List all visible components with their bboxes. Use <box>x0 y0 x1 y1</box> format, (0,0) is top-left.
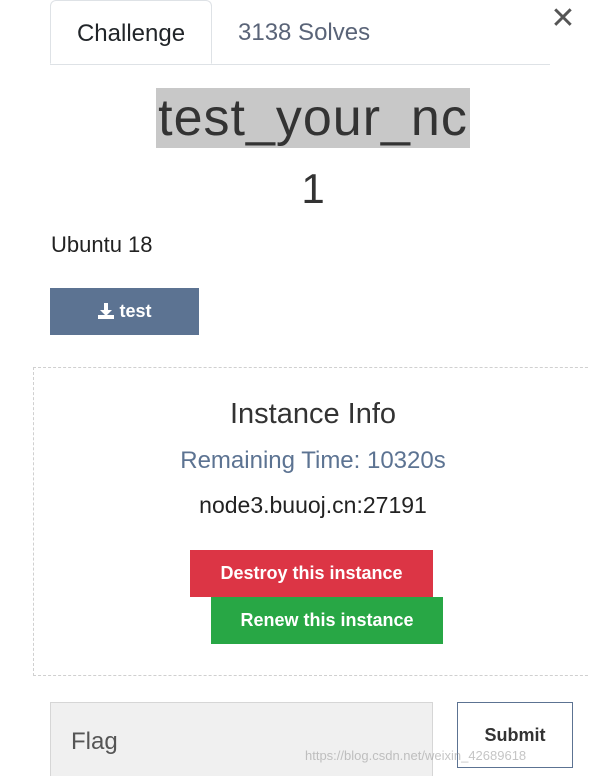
instance-host: node3.buuoj.cn:27191 <box>199 492 427 518</box>
challenge-modal: Challenge 3138 Solves ✕ test_your_nc 1 U… <box>0 0 589 776</box>
flag-input[interactable] <box>50 702 433 776</box>
instance-title: Instance Info <box>229 398 397 430</box>
tab-solves[interactable]: 3138 Solves <box>238 0 370 64</box>
tab-bar: Challenge 3138 Solves <box>50 0 550 65</box>
renew-instance-button[interactable]: Renew this instance <box>211 597 443 644</box>
close-icon[interactable]: ✕ <box>550 4 576 34</box>
file-download-button[interactable]: test <box>50 288 199 335</box>
challenge-title-wrap: test_your_nc <box>0 88 589 148</box>
watermark: https://blog.csdn.net/weixin_42689618 <box>305 748 527 763</box>
challenge-title: test_your_nc <box>156 88 470 148</box>
destroy-instance-button[interactable]: Destroy this instance <box>190 550 433 597</box>
tab-challenge[interactable]: Challenge <box>50 0 212 64</box>
download-icon <box>98 303 115 319</box>
challenge-description: Ubuntu 18 <box>51 232 153 257</box>
challenge-value: 1 <box>301 165 325 212</box>
remaining-time: Remaining Time: 10320s <box>180 447 446 474</box>
file-button-label: test <box>119 301 152 321</box>
